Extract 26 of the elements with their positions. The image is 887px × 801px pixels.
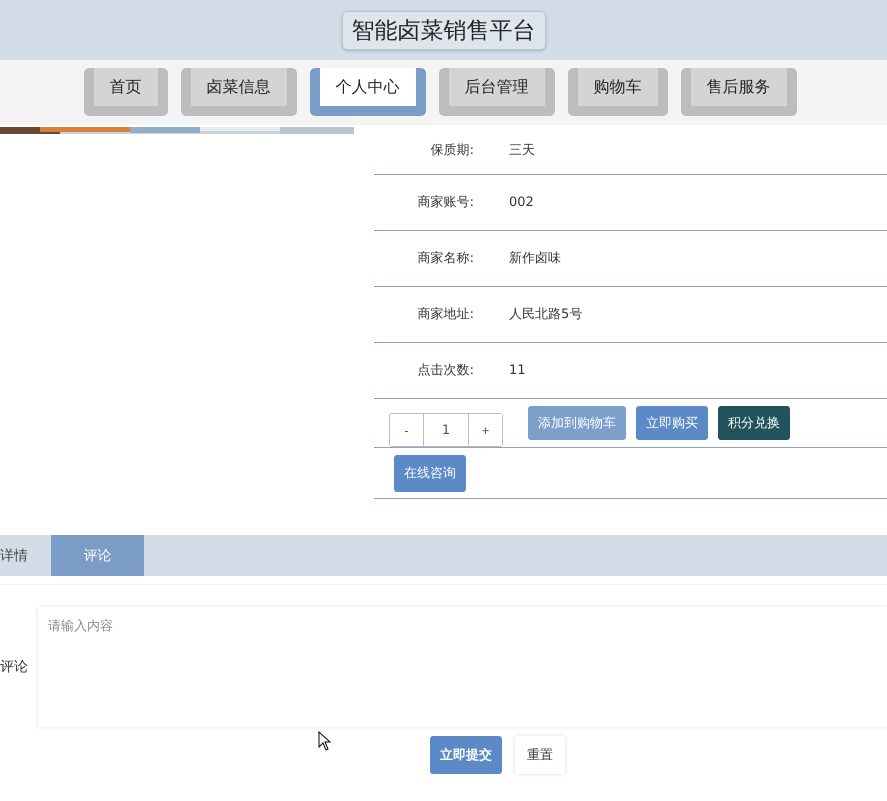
field-label: 商家地址: [416, 306, 474, 323]
nav-tab[interactable]: 购物车 [568, 68, 668, 116]
field-value: 002 [509, 194, 534, 210]
field-value: 新作卤味 [509, 250, 561, 267]
action-button[interactable]: 积分兑换 [718, 406, 790, 440]
field-label: 点击次数: [416, 362, 474, 379]
nav-tab[interactable]: 卤菜信息 [180, 68, 296, 116]
field-label: 商家名称: [416, 250, 474, 267]
site-title: 智能卤菜销售平台 [342, 10, 546, 50]
nav-tab[interactable]: 售后服务 [680, 68, 796, 116]
field-value: 11 [509, 362, 526, 378]
nav-tab[interactable]: 个人中心 [310, 68, 426, 116]
field-label: 保质期: [430, 142, 474, 158]
field-value: 三天 [509, 142, 535, 158]
comment-label: 评论 [0, 658, 29, 676]
nav-tab[interactable]: 后台管理 [438, 68, 554, 116]
action-button[interactable]: 立即购买 [636, 406, 708, 440]
consult-button[interactable]: 在线咨询 [394, 454, 466, 492]
cursor-icon [318, 731, 332, 751]
reset-button[interactable]: 重置 [515, 736, 565, 774]
submit-button[interactable]: 立即提交 [430, 736, 502, 774]
field-label: 商家账号: [416, 194, 474, 211]
comment-field[interactable]: 请输入内容 [38, 607, 887, 727]
tab[interactable]: 详情 [0, 535, 51, 576]
nav-tab[interactable]: 首页 [84, 68, 168, 116]
field-value: 人民北路5号 [509, 306, 582, 323]
